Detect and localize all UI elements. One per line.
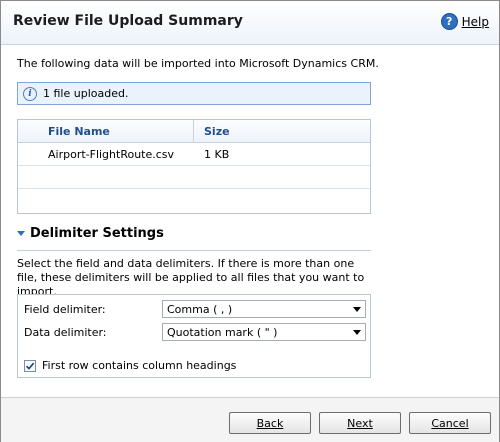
- chevron-down-icon: [17, 231, 25, 236]
- first-row-headings-label: First row contains column headings: [42, 359, 237, 372]
- field-delimiter-select[interactable]: Comma ( , ): [162, 300, 366, 318]
- back-label: Back: [256, 416, 284, 430]
- import-wizard-dialog: Review File Upload Summary ? Help The fo…: [0, 0, 500, 442]
- column-header-file-name[interactable]: File Name: [18, 120, 194, 142]
- dialog-title: Review File Upload Summary: [13, 13, 243, 29]
- delimiter-settings-panel: Field delimiter: Comma ( , ) Data delimi…: [17, 294, 371, 378]
- section-title: Delimiter Settings: [30, 226, 164, 241]
- info-bar: i 1 file uploaded.: [17, 82, 371, 105]
- dialog-header: Review File Upload Summary ? Help: [1, 1, 499, 45]
- info-text: 1 file uploaded.: [43, 87, 129, 100]
- data-delimiter-label: Data delimiter:: [24, 326, 107, 339]
- delimiter-settings-toggle[interactable]: Delimiter Settings: [17, 226, 164, 241]
- field-delimiter-label: Field delimiter:: [24, 303, 106, 316]
- files-table: File Name Size Airport-FlightRoute.csv 1…: [17, 119, 371, 214]
- cancel-button[interactable]: Cancel: [409, 412, 491, 434]
- dropdown-arrow-icon: [353, 329, 361, 335]
- column-header-size[interactable]: Size: [194, 120, 344, 142]
- next-label: Next: [347, 416, 373, 430]
- next-button[interactable]: Next: [319, 412, 401, 434]
- help-icon: ?: [440, 13, 458, 30]
- section-divider: [17, 250, 371, 251]
- checkmark-icon: [25, 362, 35, 370]
- data-delimiter-select[interactable]: Quotation mark ( " ): [162, 323, 366, 341]
- file-size-cell: 1 KB: [204, 147, 230, 161]
- first-row-headings-option: First row contains column headings: [24, 359, 236, 372]
- table-row-empty: [18, 189, 370, 211]
- dropdown-arrow-icon: [353, 306, 361, 312]
- data-delimiter-value: Quotation mark ( " ): [167, 325, 278, 339]
- first-row-headings-checkbox[interactable]: [24, 359, 36, 372]
- dialog-footer: Back Next Cancel: [1, 397, 499, 442]
- table-header: File Name Size: [18, 120, 370, 143]
- help-link[interactable]: ? Help: [440, 13, 489, 30]
- back-button[interactable]: Back: [229, 412, 311, 434]
- field-delimiter-value: Comma ( , ): [167, 302, 233, 316]
- info-icon: i: [23, 86, 37, 101]
- file-name-cell: Airport-FlightRoute.csv: [48, 147, 175, 161]
- intro-text: The following data will be imported into…: [17, 57, 379, 70]
- cancel-label: Cancel: [431, 416, 469, 430]
- table-row-empty: [18, 166, 370, 189]
- table-row[interactable]: Airport-FlightRoute.csv 1 KB: [18, 143, 370, 166]
- help-label: Help: [461, 14, 489, 29]
- delimiter-description: Select the field and data delimiters. If…: [17, 257, 365, 298]
